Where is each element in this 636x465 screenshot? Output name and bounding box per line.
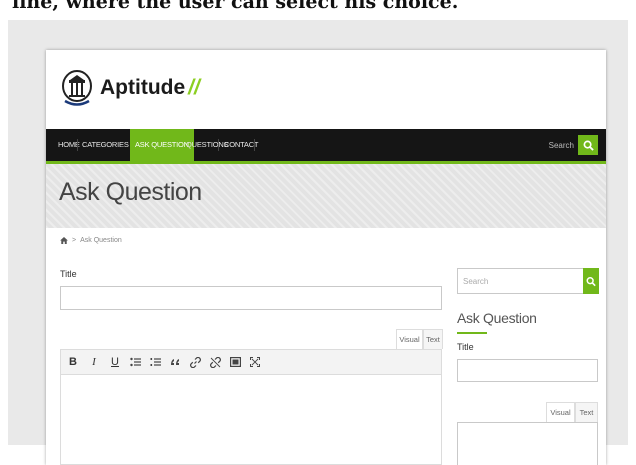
- nav-search-input[interactable]: Search: [549, 141, 574, 150]
- main-nav: HOME CATEGORIES ⌄ ASK QUESTION QUESTIONS…: [46, 129, 606, 164]
- bullet-list-icon[interactable]: [130, 357, 141, 367]
- web-page: Aptitude // HOME CATEGORIES ⌄ ASK QUESTI…: [46, 50, 606, 465]
- question-body-editor[interactable]: [60, 375, 442, 465]
- tab-text[interactable]: Text: [423, 329, 443, 349]
- title-input[interactable]: [60, 286, 442, 310]
- nav-item-categories-label: CATEGORIES: [82, 140, 129, 149]
- sidebar-search-input[interactable]: Search: [457, 268, 597, 294]
- nav-search: Search: [549, 135, 598, 155]
- sidebar-search-placeholder: Search: [463, 277, 489, 286]
- search-icon: [586, 276, 596, 286]
- breadcrumb: > Ask Question: [60, 237, 122, 244]
- editor-toolbar: B I U: [60, 349, 442, 375]
- screenshot-frame: Aptitude // HOME CATEGORIES ⌄ ASK QUESTI…: [8, 20, 628, 465]
- underline-button[interactable]: U: [109, 356, 121, 368]
- breadcrumb-separator: >: [72, 237, 77, 244]
- unlink-icon[interactable]: [210, 356, 221, 368]
- sidebar-search-button[interactable]: [583, 268, 599, 294]
- sidebar-body-editor[interactable]: [457, 422, 598, 465]
- breadcrumb-current: Ask Question: [80, 237, 122, 244]
- nav-item-categories[interactable]: CATEGORIES ⌄: [82, 129, 137, 161]
- nav-divider: [77, 139, 78, 151]
- home-icon[interactable]: [60, 237, 68, 244]
- logo-slashes: //: [188, 76, 200, 99]
- logo-text: Aptitude: [100, 76, 186, 99]
- italic-button[interactable]: I: [88, 356, 100, 368]
- nav-search-button[interactable]: [578, 135, 598, 155]
- nav-divider: [254, 139, 255, 151]
- page-title: Ask Question: [59, 178, 202, 206]
- numbered-list-icon[interactable]: [150, 357, 161, 367]
- pillar-logo-icon: [62, 70, 92, 106]
- blockquote-icon[interactable]: [170, 357, 181, 367]
- title-label: Title: [60, 269, 77, 279]
- caption-text: line, where the user can select his choi…: [0, 0, 636, 22]
- link-icon[interactable]: [190, 356, 201, 368]
- page-banner: Ask Question: [46, 164, 606, 228]
- image-icon[interactable]: [230, 357, 241, 367]
- site-logo[interactable]: Aptitude //: [60, 66, 200, 110]
- sidebar-tab-visual[interactable]: Visual: [546, 402, 575, 422]
- nav-divider: [218, 139, 219, 151]
- sidebar-title-input[interactable]: [457, 359, 598, 382]
- bold-button[interactable]: B: [67, 356, 79, 368]
- sidebar-title-label: Title: [457, 342, 474, 352]
- sidebar-heading-underline: [457, 332, 487, 334]
- caption-line: line, where the user can select his choi…: [12, 0, 459, 13]
- tab-visual[interactable]: Visual: [396, 329, 423, 349]
- nav-item-questions[interactable]: QUESTIONS: [186, 129, 229, 161]
- nav-item-ask-question[interactable]: ASK QUESTION: [130, 129, 194, 161]
- sidebar-heading: Ask Question: [457, 310, 537, 326]
- search-icon: [583, 140, 594, 151]
- fullscreen-icon[interactable]: [250, 357, 260, 367]
- sidebar-tab-text[interactable]: Text: [575, 402, 598, 422]
